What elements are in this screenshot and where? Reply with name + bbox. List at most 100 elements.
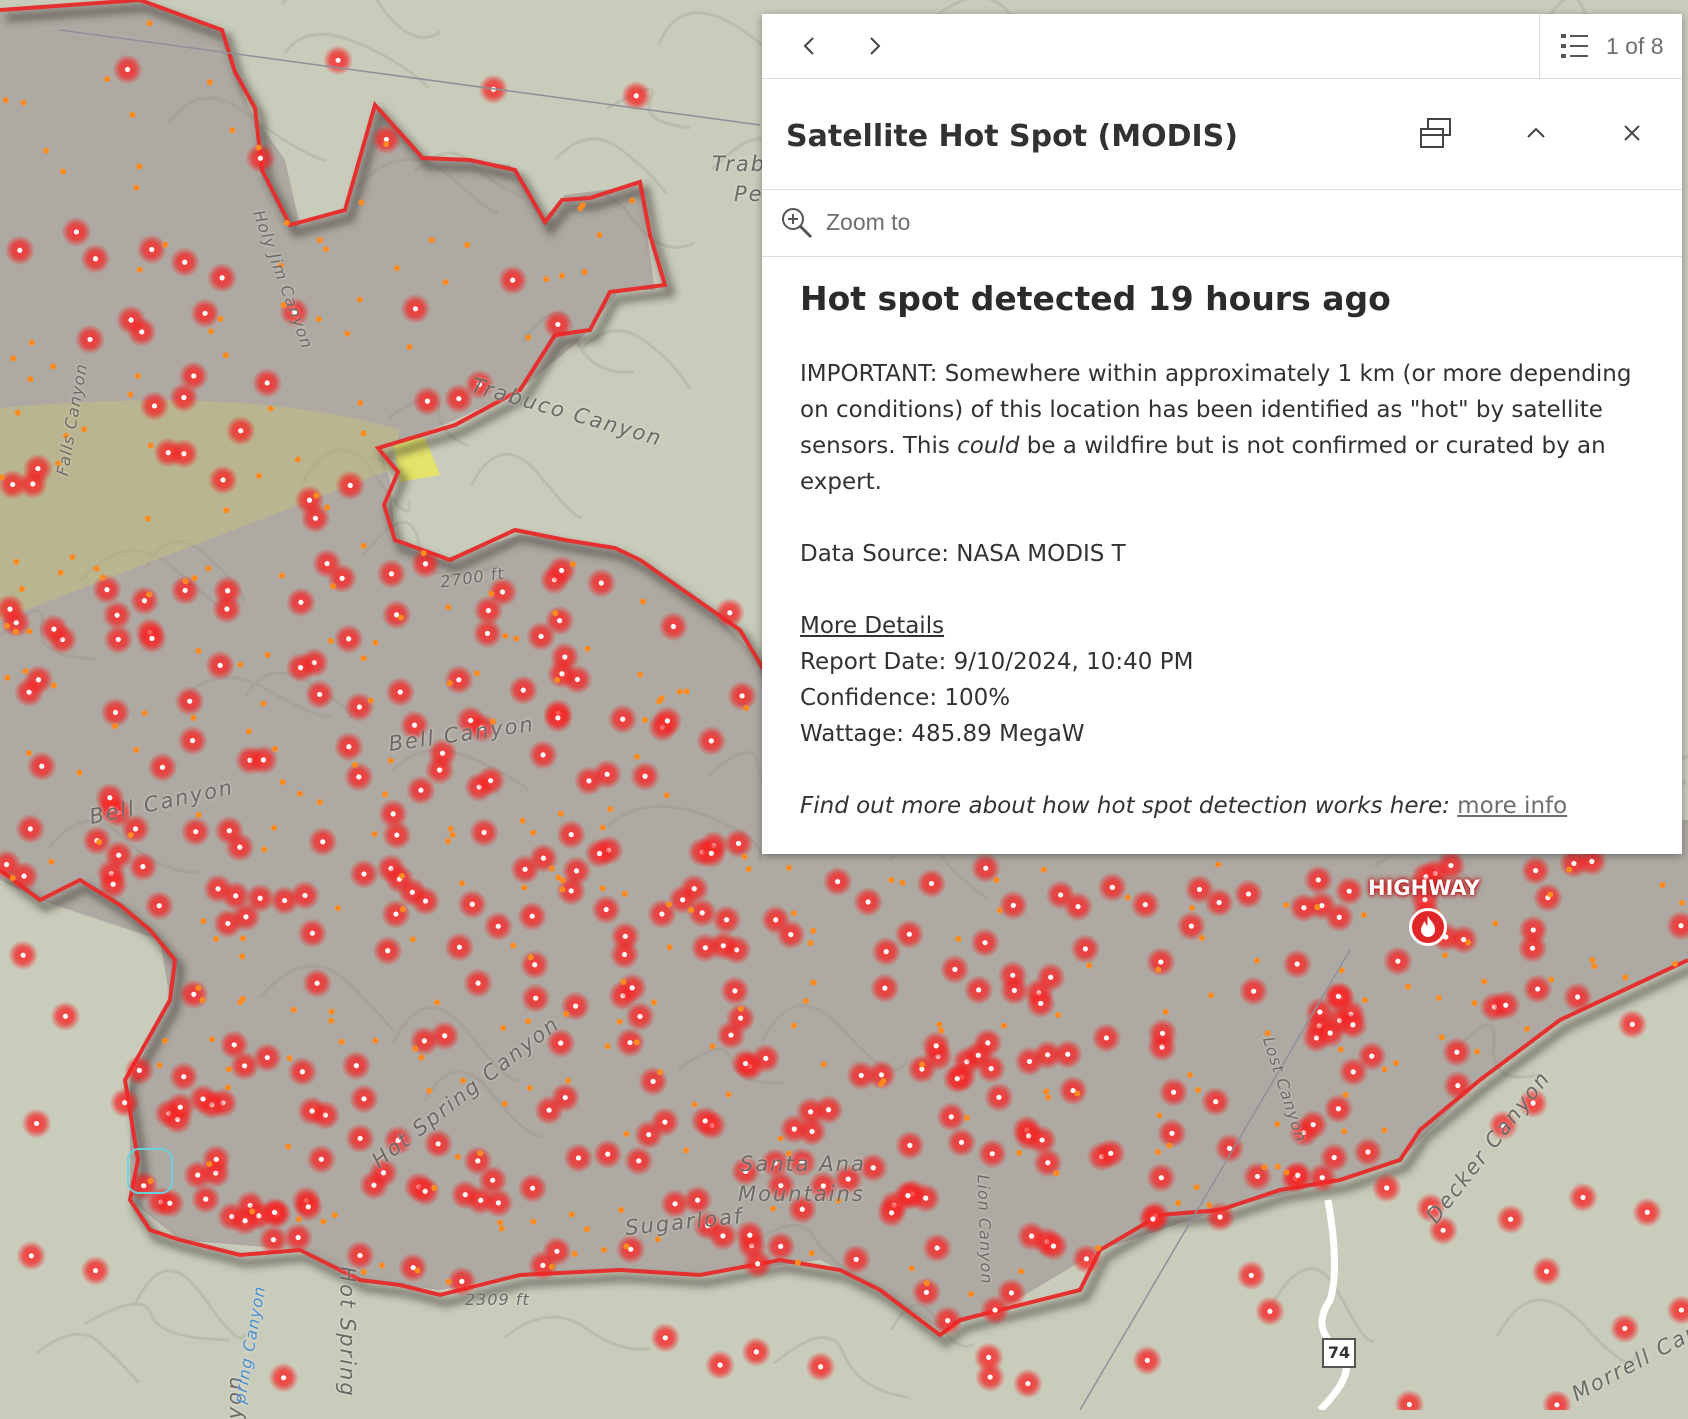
small-hotspot xyxy=(1341,1128,1348,1135)
hotspot-center xyxy=(1025,1380,1031,1387)
important-note: IMPORTANT: Somewhere within approximatel… xyxy=(800,356,1650,500)
hotspot-center xyxy=(151,403,158,409)
hotspot-center xyxy=(299,1069,306,1075)
location-marker[interactable] xyxy=(127,1148,173,1194)
small-hotspot xyxy=(442,279,449,286)
small-hotspot xyxy=(237,661,244,668)
hotspot-center xyxy=(122,1100,128,1106)
small-hotspot xyxy=(12,628,19,635)
hotspot-center xyxy=(309,1108,315,1114)
hotspot-center xyxy=(933,1043,939,1049)
hotspot-center xyxy=(1317,1009,1323,1015)
small-hotspot xyxy=(335,905,342,912)
small-hotspot xyxy=(127,391,134,398)
hotspot-center xyxy=(177,1104,183,1110)
small-hotspot xyxy=(2,97,9,104)
small-hotspot xyxy=(206,79,213,86)
hotspot-center xyxy=(51,626,57,632)
dock-button[interactable] xyxy=(1414,111,1458,155)
hotspot-center xyxy=(422,1188,428,1194)
collapse-button[interactable] xyxy=(1514,111,1558,155)
small-hotspot xyxy=(283,219,290,226)
hotspot-center xyxy=(456,944,463,950)
zoom-to-action[interactable]: Zoom to xyxy=(762,190,1682,257)
close-button[interactable] xyxy=(1610,111,1654,155)
small-hotspot xyxy=(223,507,230,514)
next-feature-button[interactable] xyxy=(854,26,894,66)
hotspot-center xyxy=(540,1262,546,1268)
hotspot-center xyxy=(475,1158,481,1164)
hotspot-center xyxy=(422,561,429,567)
small-hotspot xyxy=(1215,861,1222,868)
hotspot-center xyxy=(1245,891,1252,897)
more-info-link[interactable]: more info xyxy=(1457,793,1567,819)
hotspot-center xyxy=(335,57,341,63)
more-details-link[interactable]: More Details xyxy=(800,608,1650,644)
small-hotspot xyxy=(96,839,103,846)
hotspot-center xyxy=(10,481,16,488)
small-hotspot xyxy=(618,1206,625,1213)
small-hotspot xyxy=(888,877,895,884)
small-hotspot xyxy=(260,700,267,707)
hotspot-center xyxy=(1045,1160,1051,1166)
hotspot-center xyxy=(1026,1058,1033,1065)
small-hotspot xyxy=(1381,1127,1388,1134)
hotspot-center xyxy=(1216,899,1222,906)
hotspot-center xyxy=(1301,905,1307,911)
small-hotspot xyxy=(371,831,378,838)
hotspot-center xyxy=(264,380,270,386)
hotspot-center xyxy=(495,1200,502,1206)
hotspot-center xyxy=(195,1172,201,1178)
small-hotspot xyxy=(147,442,154,449)
small-hotspot xyxy=(111,723,118,730)
hotspot-center xyxy=(923,1289,930,1295)
hotspot-center xyxy=(393,911,399,917)
hotspot-center xyxy=(203,1196,209,1202)
small-hotspot xyxy=(1195,1086,1202,1093)
fire-incident-icon[interactable] xyxy=(1409,908,1447,946)
hotspot-center xyxy=(456,677,462,683)
hotspot-center xyxy=(637,1013,643,1020)
small-hotspot xyxy=(225,1084,232,1091)
hotspot-center xyxy=(1327,1030,1333,1036)
hotspot-center xyxy=(339,575,345,581)
hotspot-center xyxy=(1574,994,1581,1000)
hotspot-center xyxy=(437,767,443,773)
small-hotspot xyxy=(1314,904,1321,911)
small-hotspot xyxy=(136,266,143,273)
hotspot-center xyxy=(1103,1035,1110,1041)
hotspot-center xyxy=(604,771,610,777)
small-hotspot xyxy=(397,614,404,621)
hotspot-center xyxy=(983,865,989,871)
hotspot-center xyxy=(305,1204,311,1210)
previous-feature-button[interactable] xyxy=(790,26,830,66)
small-hotspot xyxy=(18,586,25,593)
small-hotspot xyxy=(445,1278,452,1285)
hotspot-center xyxy=(1350,1069,1356,1075)
small-hotspot xyxy=(1154,1148,1161,1155)
small-hotspot xyxy=(1360,912,1367,919)
small-hotspot xyxy=(1207,992,1214,999)
small-hotspot xyxy=(548,865,555,872)
hotspot-center xyxy=(87,336,93,343)
small-hotspot xyxy=(316,799,323,806)
wattage: Wattage: 485.89 MegaW xyxy=(800,721,1085,747)
hotspot-center xyxy=(397,689,403,695)
small-hotspot xyxy=(331,1212,338,1219)
small-hotspot xyxy=(790,910,797,917)
small-hotspot xyxy=(616,1018,623,1025)
hotspot-center xyxy=(727,610,733,616)
hotspot-center xyxy=(324,560,330,567)
hotspot-center xyxy=(213,1156,219,1162)
feature-list-button[interactable]: 1 of 8 xyxy=(1539,14,1682,78)
small-hotspot xyxy=(1274,1163,1281,1170)
hotspot-center xyxy=(562,1094,568,1101)
hotspot-center xyxy=(1251,988,1257,994)
small-hotspot xyxy=(620,978,627,985)
small-hotspot xyxy=(543,276,550,283)
small-hotspot xyxy=(278,572,285,579)
hotspot-center xyxy=(799,1206,805,1212)
hotspot-center xyxy=(742,1060,749,1067)
hotspot-center xyxy=(257,895,263,901)
small-hotspot xyxy=(899,879,906,886)
